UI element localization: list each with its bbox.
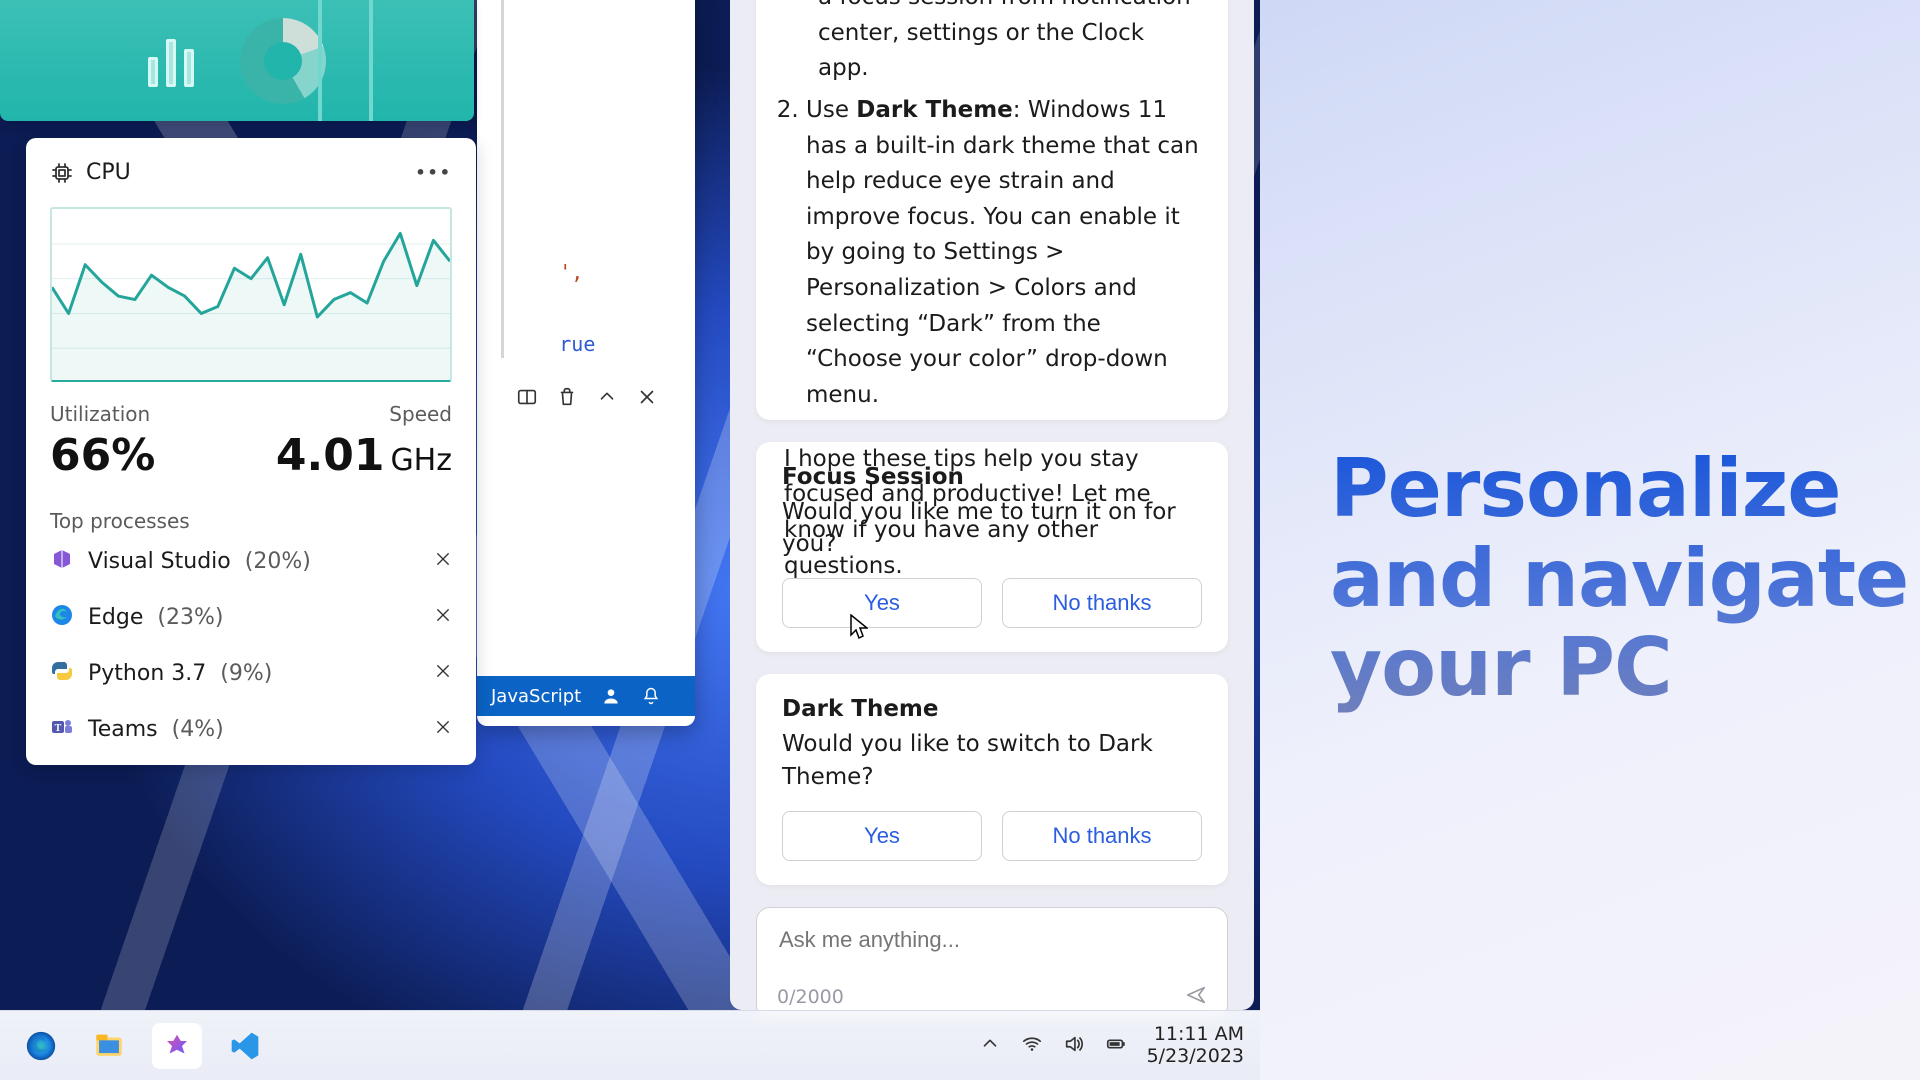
person-icon[interactable]: [601, 686, 621, 706]
yes-button[interactable]: Yes: [782, 578, 982, 628]
taskbar: 11:11 AM 5/23/2023: [0, 1010, 1260, 1080]
delete-icon[interactable]: [556, 386, 578, 408]
mouse-cursor: [850, 614, 868, 640]
action-card: Dark Theme Would you like to switch to D…: [756, 674, 1228, 884]
bell-icon[interactable]: [641, 686, 661, 706]
wifi-icon[interactable]: [1021, 1033, 1043, 1059]
bar-chart-icon: [148, 35, 194, 87]
no-thanks-button[interactable]: No thanks: [1002, 578, 1202, 628]
process-name: Python 3.7: [88, 661, 206, 686]
utilization-value: 66%: [50, 430, 155, 481]
taskbar-vscode[interactable]: [220, 1023, 270, 1069]
editor-window[interactable]: ', rue JavaScript: [477, 0, 695, 726]
process-pct: (9%): [220, 661, 272, 686]
taskbar-edge[interactable]: [16, 1023, 66, 1069]
process-name: Visual Studio: [88, 549, 231, 574]
widget-header: [0, 0, 474, 121]
chevron-up-icon[interactable]: [596, 386, 618, 408]
chat-text-field[interactable]: [777, 926, 1207, 954]
taskbar-clock[interactable]: 11:11 AM 5/23/2023: [1147, 1024, 1244, 1068]
desktop: ', rue JavaScript: [0, 0, 1260, 1080]
process-row: T Teams (4%): [50, 701, 452, 757]
volume-icon[interactable]: [1063, 1033, 1085, 1059]
svg-text:T: T: [55, 723, 62, 734]
app-icon: [50, 603, 74, 631]
donut-chart-icon: [240, 18, 326, 104]
tip-item: Use Dark Theme: Windows 11 has a built-i…: [806, 93, 1200, 414]
tray-chevron-up-icon[interactable]: [979, 1033, 1001, 1059]
code-area: ', rue: [487, 236, 595, 380]
app-icon: T: [50, 715, 74, 743]
editor-toolbar: [516, 386, 658, 408]
cpu-widget: CPU ••• Utilization 66% Speed 4.01GHz To…: [26, 138, 476, 765]
utilization-label: Utilization: [50, 402, 155, 426]
send-icon[interactable]: [1185, 984, 1207, 1010]
close-icon[interactable]: [434, 606, 452, 628]
editor-statusbar: JavaScript: [477, 676, 695, 716]
yes-button[interactable]: Yes: [782, 811, 982, 861]
top-processes-label: Top processes: [50, 509, 452, 533]
process-name: Edge: [88, 605, 143, 630]
close-icon[interactable]: [434, 550, 452, 572]
action-title: Dark Theme: [782, 696, 1202, 722]
process-name: Teams: [88, 717, 158, 742]
copilot-panel: a focus session from notification center…: [730, 0, 1254, 1010]
cpu-icon: [50, 161, 74, 185]
widget-overflow-menu[interactable]: •••: [415, 163, 452, 182]
chat-input[interactable]: 0/2000: [756, 907, 1228, 1019]
process-pct: (23%): [157, 605, 223, 630]
action-question: Would you like to switch to Dark Theme?: [782, 728, 1202, 792]
tip-item: a focus session from notification center…: [818, 0, 1200, 87]
speed-label: Speed: [276, 402, 452, 426]
close-icon[interactable]: [636, 386, 658, 408]
battery-icon[interactable]: [1105, 1033, 1127, 1059]
char-counter: 0/2000: [777, 986, 844, 1008]
cpu-title: CPU: [86, 160, 131, 185]
process-row: Python 3.7 (9%): [50, 645, 452, 701]
no-thanks-button[interactable]: No thanks: [1002, 811, 1202, 861]
process-row: Visual Studio (20%): [50, 533, 452, 589]
close-icon[interactable]: [434, 662, 452, 684]
process-pct: (20%): [245, 549, 311, 574]
speed-value: 4.01GHz: [276, 430, 452, 481]
hero-text: Personalize and navigate your PC: [1330, 444, 1910, 713]
process-pct: (4%): [172, 717, 224, 742]
taskbar-copilot[interactable]: [152, 1023, 202, 1069]
process-row: Edge (23%): [50, 589, 452, 645]
panel-split-icon[interactable]: [516, 386, 538, 408]
status-language: JavaScript: [491, 686, 581, 707]
assistant-message: a focus session from notification center…: [756, 0, 1228, 420]
app-icon: [50, 547, 74, 575]
cpu-chart: [50, 207, 452, 382]
app-icon: [50, 659, 74, 687]
taskbar-file-explorer[interactable]: [84, 1023, 134, 1069]
close-icon[interactable]: [434, 718, 452, 740]
